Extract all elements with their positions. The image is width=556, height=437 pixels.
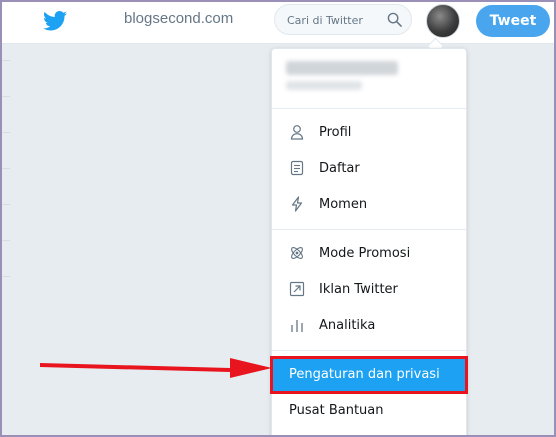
blog-watermark: blogsecond.com (124, 10, 234, 27)
person-icon (290, 125, 304, 140)
timeline-divider (2, 60, 10, 61)
menu-item-label: Analitika (319, 318, 376, 333)
menu-divider (272, 229, 466, 230)
menu-item-label: Profil (319, 125, 352, 140)
menu-item-label: Momen (319, 197, 368, 212)
search-box[interactable] (274, 4, 412, 35)
timeline-divider (2, 168, 10, 169)
account-handle-blurred (286, 81, 362, 90)
tweet-button[interactable]: Tweet (476, 5, 550, 37)
list-icon (290, 160, 304, 176)
menu-item-lists[interactable]: Daftar (272, 152, 466, 186)
atom-icon (291, 247, 303, 259)
timeline-divider (2, 96, 10, 97)
menu-divider (272, 108, 466, 109)
timeline-divider (2, 240, 10, 241)
twitter-window: blogsecond.com Tweet Profil (2, 2, 554, 435)
menu-item-help-center[interactable]: Pusat Bantuan (272, 394, 466, 428)
menu-item-profile[interactable]: Profil (272, 116, 466, 150)
top-navigation-bar: blogsecond.com Tweet (2, 2, 554, 44)
menu-item-twitter-ads[interactable]: Iklan Twitter (272, 273, 466, 307)
menu-item-label: Daftar (319, 161, 360, 176)
menu-item-label: Mode Promosi (319, 246, 411, 261)
external-arrow-icon (289, 281, 305, 297)
menu-item-promote-mode[interactable]: Mode Promosi (272, 237, 466, 271)
bar-chart-icon (291, 320, 303, 332)
menu-item-label: Pengaturan dan privasi (289, 367, 440, 382)
profile-avatar[interactable] (426, 4, 460, 38)
menu-item-analytics[interactable]: Analitika (272, 309, 466, 343)
menu-item-moments[interactable]: Momen (272, 188, 466, 222)
search-icon[interactable] (387, 12, 402, 27)
search-input[interactable] (287, 11, 383, 29)
timeline-divider (2, 204, 10, 205)
timeline-divider (2, 276, 10, 277)
menu-item-label: Iklan Twitter (319, 282, 398, 297)
menu-item-label: Pusat Bantuan (289, 403, 384, 418)
red-pointer-arrow-icon (40, 358, 272, 378)
menu-divider (272, 350, 466, 351)
account-name-blurred[interactable] (286, 61, 398, 75)
lightning-icon (291, 196, 303, 212)
account-dropdown-menu: Profil Daftar Momen Mode Promosi Iklan T… (270, 48, 468, 435)
twitter-bird-icon[interactable] (43, 11, 67, 31)
timeline-divider (2, 132, 10, 133)
menu-item-settings-privacy[interactable]: Pengaturan dan privasi (270, 356, 468, 394)
